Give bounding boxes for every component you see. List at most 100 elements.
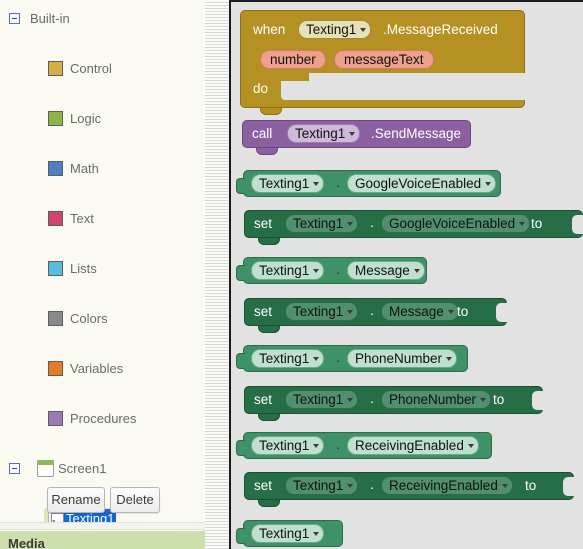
set-bottom-notch xyxy=(258,326,280,333)
set-dot: . xyxy=(370,476,374,492)
get-dot: . xyxy=(336,174,340,190)
get-component-dropdown[interactable]: Texting1 xyxy=(251,349,325,368)
tree-item-lists-label: Lists xyxy=(70,261,97,276)
chevron-down-icon xyxy=(347,222,354,226)
set-property-dropdown[interactable]: Message xyxy=(381,302,459,321)
chevron-down-icon xyxy=(347,310,354,314)
set-component-dropdown[interactable]: Texting1 xyxy=(285,214,359,233)
chevron-down-icon xyxy=(360,28,367,32)
call-component-dropdown[interactable]: Texting1 xyxy=(287,124,361,143)
blocks-canvas[interactable]: when Texting1 .MessageReceived number me… xyxy=(231,0,583,549)
tree-item-procedures[interactable]: Procedures xyxy=(0,406,205,431)
set-component-label: Texting1 xyxy=(293,392,344,407)
block-get-message[interactable]: Texting1 . Message xyxy=(236,257,427,284)
get-component-dropdown[interactable]: Texting1 xyxy=(251,261,325,280)
screen-icon xyxy=(37,460,54,477)
expander-minus-icon-screen[interactable] xyxy=(9,463,20,474)
left-plug xyxy=(236,353,245,369)
set-property-label: GoogleVoiceEnabled xyxy=(389,216,516,231)
get-component-dropdown[interactable]: Texting1 xyxy=(251,174,325,193)
set-keyword: set xyxy=(254,392,273,407)
chevron-down-icon xyxy=(446,357,453,361)
chevron-down-icon xyxy=(349,132,356,136)
block-get-receivingenabled[interactable]: Texting1 . ReceivingEnabled xyxy=(236,432,492,459)
rename-button[interactable]: Rename xyxy=(47,487,105,513)
chevron-down-icon xyxy=(313,182,320,186)
procedures-color-swatch xyxy=(48,411,63,426)
block-set-googlevoiceenabled[interactable]: set Texting1 . GoogleVoiceEnabled to xyxy=(244,210,583,245)
chevron-down-icon xyxy=(485,182,492,186)
text-color-swatch xyxy=(48,211,63,226)
set-keyword: set xyxy=(254,478,273,493)
set-property-label: Message xyxy=(389,304,444,319)
chevron-down-icon xyxy=(313,532,320,536)
set-property-dropdown[interactable]: GoogleVoiceEnabled xyxy=(381,214,531,233)
chevron-down-icon xyxy=(347,398,354,402)
set-value-socket[interactable] xyxy=(572,215,583,234)
chevron-down-icon xyxy=(480,398,487,402)
tree-item-variables[interactable]: Variables xyxy=(0,356,205,381)
control-color-swatch xyxy=(48,61,63,76)
left-plug xyxy=(236,265,245,281)
get-dot: . xyxy=(336,261,340,277)
block-set-message[interactable]: set Texting1 . Message to xyxy=(244,298,507,333)
chevron-down-icon xyxy=(313,444,320,448)
event-bottom-notch xyxy=(260,108,282,115)
tree-item-text[interactable]: Text xyxy=(0,206,205,231)
tree-item-control[interactable]: Control xyxy=(0,56,205,81)
set-bottom-notch xyxy=(258,414,280,421)
get-property-label: ReceivingEnabled xyxy=(355,438,464,453)
get-property-dropdown[interactable]: Message xyxy=(347,261,425,280)
set-value-socket[interactable] xyxy=(532,391,543,410)
math-color-swatch xyxy=(48,161,63,176)
set-value-socket[interactable] xyxy=(496,303,507,322)
tree-item-logic[interactable]: Logic xyxy=(0,106,205,131)
set-component-label: Texting1 xyxy=(293,304,344,319)
event-param-messagetext[interactable]: messageText xyxy=(334,50,434,69)
set-component-dropdown[interactable]: Texting1 xyxy=(285,302,359,321)
component-block-dropdown[interactable]: Texting1 xyxy=(251,524,325,543)
event-component-dropdown[interactable]: Texting1 xyxy=(298,20,372,39)
chevron-down-icon xyxy=(347,484,354,488)
set-keyword: set xyxy=(254,304,273,319)
get-property-dropdown[interactable]: GoogleVoiceEnabled xyxy=(347,174,497,193)
chevron-down-icon xyxy=(467,444,474,448)
tree-item-math[interactable]: Math xyxy=(0,156,205,181)
panel-splitter[interactable] xyxy=(205,0,229,549)
expander-minus-icon[interactable] xyxy=(9,13,20,24)
block-call-sendmessage[interactable]: call Texting1 .SendMessage xyxy=(242,120,471,155)
set-property-dropdown[interactable]: PhoneNumber xyxy=(381,390,492,409)
tree-item-control-label: Control xyxy=(70,61,112,76)
tree-item-colors[interactable]: Colors xyxy=(0,306,205,331)
delete-button[interactable]: Delete xyxy=(110,487,160,513)
get-component-label: Texting1 xyxy=(259,176,310,191)
tree-item-colors-label: Colors xyxy=(70,311,108,326)
block-when-messagereceived[interactable]: when Texting1 .MessageReceived number me… xyxy=(240,10,525,115)
get-property-label: Message xyxy=(355,263,410,278)
tree-node-screen1[interactable]: Screen1 xyxy=(0,456,205,481)
block-set-receivingenabled[interactable]: set Texting1 . ReceivingEnabled to xyxy=(244,472,574,507)
event-param-number[interactable]: number xyxy=(260,50,326,69)
canvas-top-border xyxy=(231,0,583,2)
set-component-dropdown[interactable]: Texting1 xyxy=(285,476,359,495)
set-property-dropdown[interactable]: ReceivingEnabled xyxy=(381,476,513,495)
left-plug xyxy=(236,178,245,194)
blocks-tree: Built-in Control Logic Math Text Lists C… xyxy=(0,0,205,529)
block-component-texting1[interactable]: Texting1 xyxy=(236,520,343,547)
get-property-dropdown[interactable]: PhoneNumber xyxy=(347,349,458,368)
set-value-socket[interactable] xyxy=(563,477,574,496)
block-get-googlevoiceenabled[interactable]: Texting1 . GoogleVoiceEnabled xyxy=(236,170,501,197)
set-component-dropdown[interactable]: Texting1 xyxy=(285,390,359,409)
tree-item-variables-label: Variables xyxy=(70,361,124,376)
block-get-phonenumber[interactable]: Texting1 . PhoneNumber xyxy=(236,345,468,372)
block-set-phonenumber[interactable]: set Texting1 . PhoneNumber to xyxy=(244,386,543,421)
get-property-dropdown[interactable]: ReceivingEnabled xyxy=(347,436,479,455)
get-component-dropdown[interactable]: Texting1 xyxy=(251,436,325,455)
tree-node-builtin[interactable]: Built-in xyxy=(0,6,205,31)
call-component-label: Texting1 xyxy=(295,126,346,141)
tree-item-lists[interactable]: Lists xyxy=(0,256,205,281)
set-dot: . xyxy=(370,214,374,230)
set-component-label: Texting1 xyxy=(293,478,344,493)
set-to-label: to xyxy=(525,478,537,493)
chevron-down-icon xyxy=(313,357,320,361)
